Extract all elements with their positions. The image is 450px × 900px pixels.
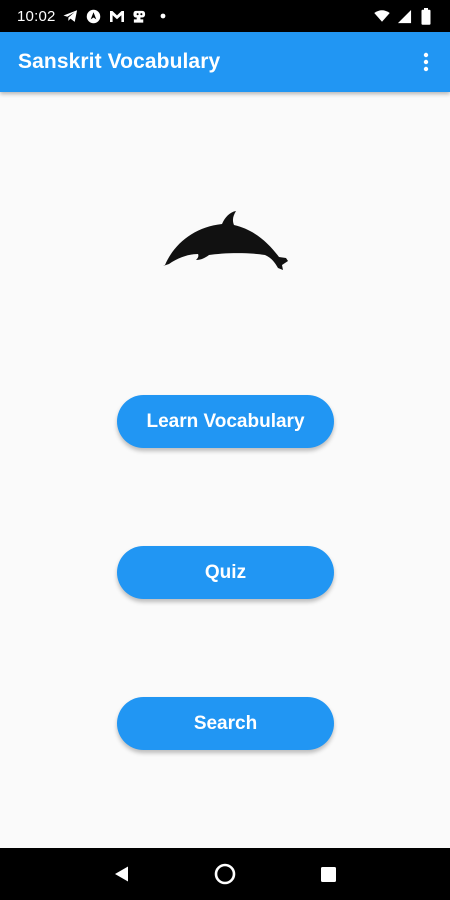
dot-icon: [155, 8, 171, 24]
quiz-button[interactable]: Quiz: [117, 546, 334, 599]
status-bar: 10:02: [0, 0, 450, 32]
search-button[interactable]: Search: [117, 697, 334, 750]
screen: 10:02 Sanskrit Vocabulary Learn Vocabula…: [0, 0, 450, 900]
recents-square-icon[interactable]: [304, 850, 352, 898]
face-app-icon: [132, 8, 148, 24]
back-triangle-icon[interactable]: [98, 850, 146, 898]
home-circle-icon[interactable]: [201, 850, 249, 898]
gmail-icon: [109, 8, 125, 24]
navigation-bar: [0, 848, 450, 900]
dolphin-icon: [160, 208, 292, 272]
learn-vocabulary-button[interactable]: Learn Vocabulary: [117, 395, 334, 448]
status-time: 10:02: [17, 7, 56, 25]
wifi-icon: [374, 8, 390, 24]
signal-icon: [396, 8, 412, 24]
more-vert-icon[interactable]: [412, 42, 440, 82]
telegram-icon: [63, 8, 79, 24]
app-bar: Sanskrit Vocabulary: [0, 32, 450, 92]
status-right: [374, 7, 434, 25]
battery-icon: [418, 7, 434, 25]
nav-app-icon: [86, 8, 102, 24]
app-title: Sanskrit Vocabulary: [18, 50, 221, 73]
status-left: 10:02: [17, 8, 171, 25]
